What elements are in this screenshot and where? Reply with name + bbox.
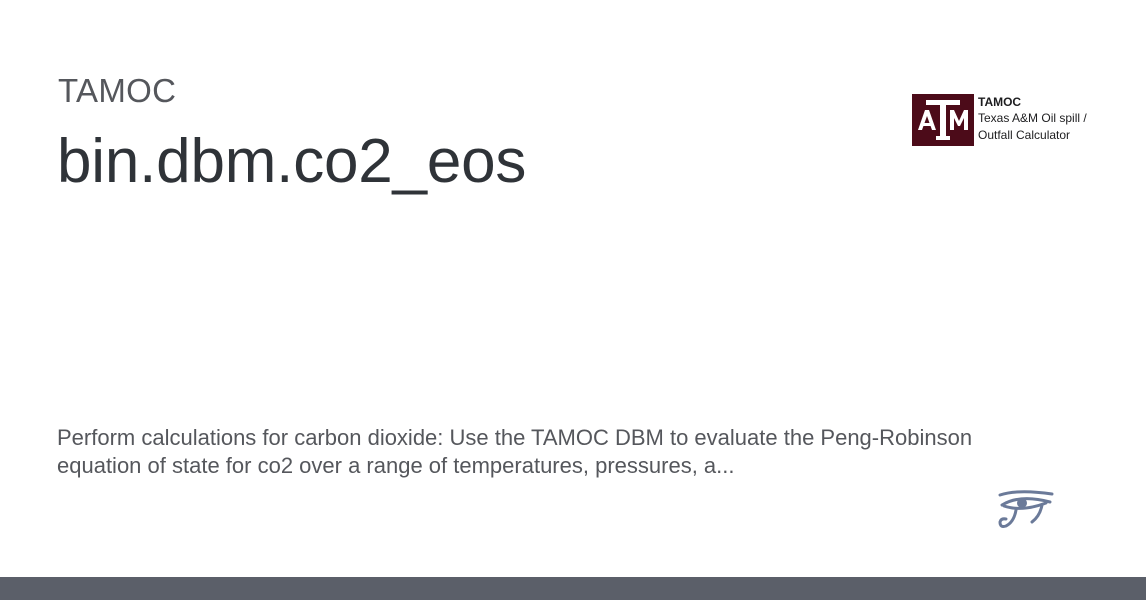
logo-tagline-line1: Texas A&M Oil spill / — [978, 111, 1087, 125]
logo-tagline-line2: Outfall Calculator — [978, 128, 1071, 142]
texas-am-logo-icon — [912, 94, 974, 146]
eye-icon-graphic — [998, 490, 1054, 528]
project-logo: TAMOC Texas A&M Oil spill / Outfall Calc… — [912, 94, 1102, 148]
texas-am-mark — [912, 94, 974, 146]
eye-of-horus-icon — [996, 488, 1056, 532]
project-name: TAMOC — [58, 72, 177, 109]
social-card: TAMOC bin.dbm.co2_eos TAMOC Texas A&M Oi… — [0, 0, 1146, 600]
logo-name: TAMOC — [978, 95, 1022, 109]
footer-bar — [0, 577, 1146, 600]
page-title: bin.dbm.co2_eos — [57, 127, 527, 196]
logo-text: TAMOC Texas A&M Oil spill / Outfall Calc… — [978, 95, 1087, 144]
page-description: Perform calculations for carbon dioxide:… — [57, 425, 973, 478]
